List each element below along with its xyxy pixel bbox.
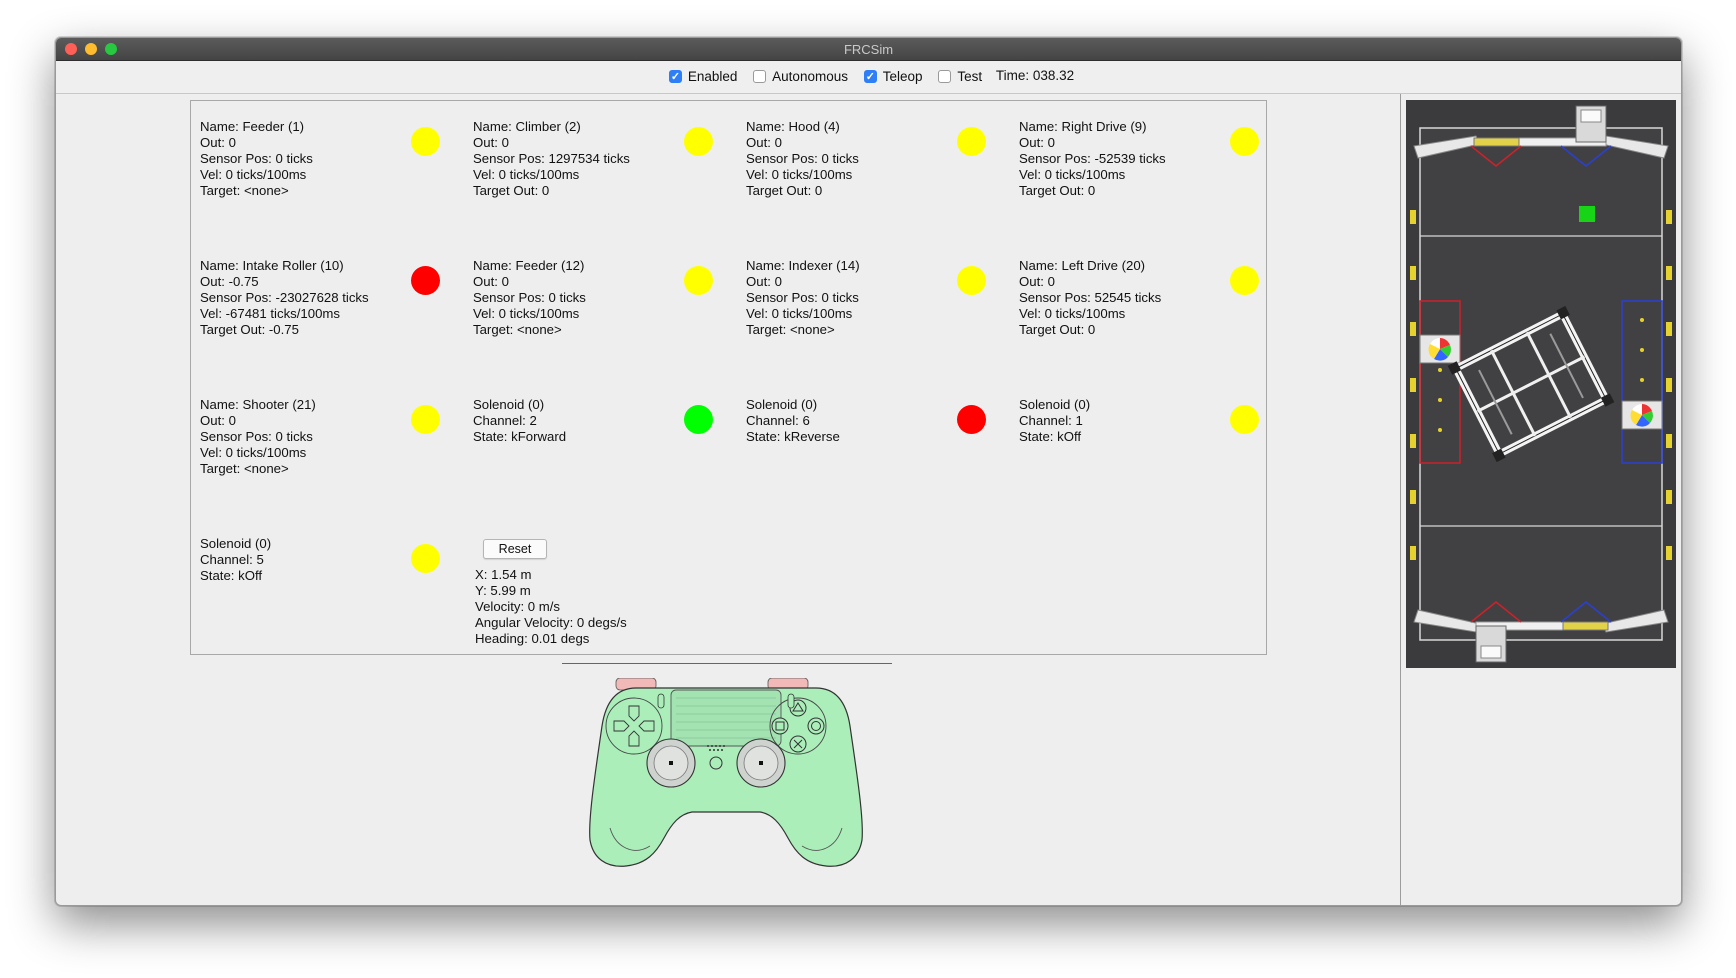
device-velocity: Vel: 0 ticks/100ms <box>746 306 853 321</box>
device-target: Target Out: 0 <box>1019 322 1096 337</box>
device-velocity: Vel: -67481 ticks/100ms <box>200 306 341 321</box>
device-target: Target Out: 0 <box>473 183 550 198</box>
pose-velocity: Velocity: 0 m/s <box>475 599 561 614</box>
status-indicator <box>684 405 713 434</box>
reset-button[interactable]: Reset <box>483 539 547 559</box>
device-velocity: Vel: 0 ticks/100ms <box>746 167 853 182</box>
solenoid-card: Solenoid (0) Channel: 1 State: kOff <box>1019 397 1289 517</box>
status-indicator <box>1230 127 1259 156</box>
status-indicator <box>411 405 440 434</box>
device-target: Target: <none> <box>473 322 562 337</box>
gamepad-icon[interactable] <box>576 678 876 868</box>
device-card: Name: Left Drive (20) Out: 0 Sensor Pos:… <box>1019 258 1289 378</box>
solenoid-card: Solenoid (0) Channel: 2 State: kForward <box>473 397 743 517</box>
status-indicator <box>957 266 986 295</box>
pose-angular-velocity: Angular Velocity: 0 degs/s <box>475 615 627 630</box>
robot-pose: X: 1.54 m Y: 5.99 m Velocity: 0 m/s Angu… <box>475 567 627 647</box>
status-indicator <box>411 544 440 573</box>
device-card: Name: Right Drive (9) Out: 0 Sensor Pos:… <box>1019 119 1289 239</box>
device-velocity: Vel: 0 ticks/100ms <box>200 167 307 182</box>
mode-toolbar: Enabled Autonomous Teleop Test Time: 038… <box>56 61 1681 94</box>
separator <box>562 663 892 664</box>
pose-x: X: 1.54 m <box>475 567 532 582</box>
status-indicator <box>684 266 713 295</box>
status-indicator <box>411 127 440 156</box>
device-target: Target: <none> <box>200 183 289 198</box>
device-target: Target Out: 0 <box>1019 183 1096 198</box>
device-target: Target Out: -0.75 <box>200 322 299 337</box>
teleop-check-box[interactable] <box>863 69 877 83</box>
device-velocity: Vel: 0 ticks/100ms <box>200 445 307 460</box>
device-panel: Name: Feeder (1) Out: 0 Sensor Pos: 0 ti… <box>190 100 1267 655</box>
device-card: Name: Intake Roller (10) Out: -0.75 Sens… <box>200 258 470 378</box>
autonomous-checkbox[interactable]: Autonomous <box>753 69 848 84</box>
device-velocity: Vel: 0 ticks/100ms <box>1019 306 1126 321</box>
status-indicator <box>411 266 440 295</box>
match-time: Time: 038.32 <box>995 68 1075 83</box>
device-velocity: Vel: 0 ticks/100ms <box>473 167 580 182</box>
status-indicator <box>957 127 986 156</box>
device-card: Name: Shooter (21) Out: 0 Sensor Pos: 0 … <box>200 397 470 517</box>
test-label: Test <box>957 68 983 84</box>
app-window: FRCSim Enabled Autonomous Teleop Test Ti… <box>55 37 1682 906</box>
device-target: Target: <none> <box>200 461 289 476</box>
test-checkbox[interactable]: Test <box>938 69 982 84</box>
window-title: FRCSim <box>843 42 894 57</box>
device-target: Target Out: 0 <box>746 183 823 198</box>
pose-y: Y: 5.99 m <box>475 583 531 598</box>
device-velocity: Vel: 0 ticks/100ms <box>473 306 580 321</box>
teleop-checkbox[interactable]: Teleop <box>863 68 923 84</box>
teleop-label: Teleop <box>882 68 923 84</box>
enabled-label: Enabled <box>687 68 738 84</box>
device-card: Name: Climber (2) Out: 0 Sensor Pos: 129… <box>473 119 743 239</box>
status-indicator <box>684 127 713 156</box>
field-map <box>1406 100 1676 668</box>
solenoid-card: Solenoid (0) Channel: 5 State: kOff <box>200 536 470 656</box>
enabled-check-box[interactable] <box>668 69 682 83</box>
device-target: Target: <none> <box>746 322 835 337</box>
status-indicator <box>957 405 986 434</box>
device-card: Name: Feeder (12) Out: 0 Sensor Pos: 0 t… <box>473 258 743 378</box>
autonomous-check-box[interactable] <box>753 69 767 83</box>
status-indicator <box>1230 266 1259 295</box>
device-card: Name: Feeder (1) Out: 0 Sensor Pos: 0 ti… <box>200 119 470 239</box>
status-indicator <box>1230 405 1259 434</box>
test-check-box[interactable] <box>938 69 952 83</box>
device-velocity: Vel: 0 ticks/100ms <box>1019 167 1126 182</box>
pose-heading: Heading: 0.01 degs <box>475 631 590 646</box>
title-bar: FRCSim <box>56 38 1681 61</box>
device-card: Name: Hood (4) Out: 0 Sensor Pos: 0 tick… <box>746 119 1016 239</box>
panel-separator <box>1400 94 1401 905</box>
autonomous-label: Autonomous <box>772 68 848 84</box>
enabled-checkbox[interactable]: Enabled <box>668 68 738 84</box>
device-card: Name: Indexer (14) Out: 0 Sensor Pos: 0 … <box>746 258 1016 378</box>
solenoid-card: Solenoid (0) Channel: 6 State: kReverse <box>746 397 1016 517</box>
